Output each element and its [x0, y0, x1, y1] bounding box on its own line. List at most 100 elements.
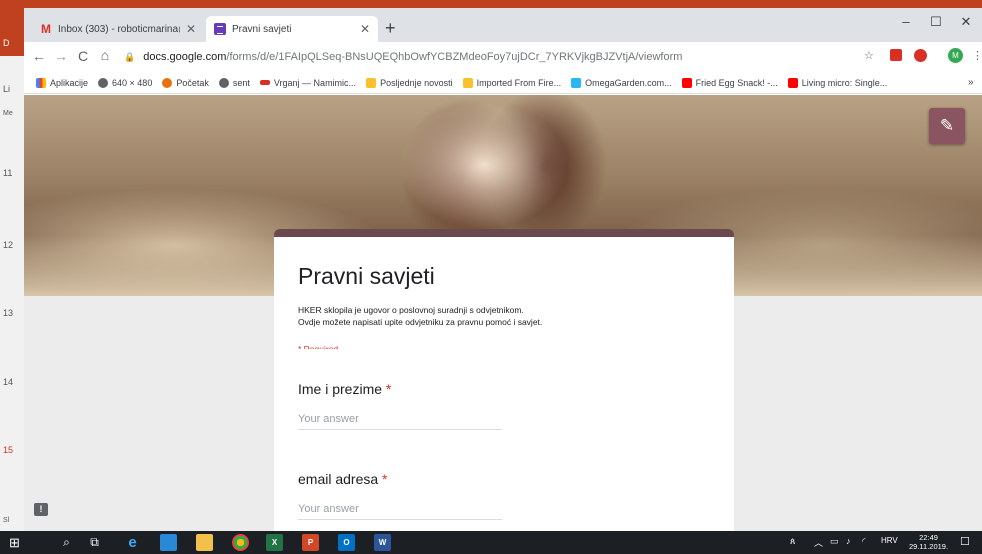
bookmark-label: sent: [232, 77, 250, 88]
globe-icon: [218, 77, 229, 88]
bookmark-item[interactable]: Vrganj — Namimic...: [259, 77, 357, 88]
question-email: email adresa * Your answer: [298, 471, 502, 520]
questions-card: Ime i prezime * Your answer email adresa…: [274, 349, 734, 531]
bookmark-label: Fried Egg Snack! -...: [695, 77, 778, 88]
form-description-line: HKER sklopila je ugovor o poslovnoj sura…: [298, 305, 524, 315]
close-icon[interactable]: ✕: [360, 22, 370, 36]
clock-date: 29.11.2019.: [909, 542, 949, 551]
youtube-icon: [787, 77, 798, 88]
notifications-icon[interactable]: ☐: [960, 535, 970, 548]
powerpoint-icon[interactable]: P: [302, 534, 319, 551]
pdf-extension-icon[interactable]: [890, 49, 902, 61]
search-icon[interactable]: ⌕: [58, 534, 75, 551]
browser-window: M Inbox (303) - roboticmarina@gm ✕ Pravn…: [24, 8, 982, 531]
bg-label: D: [3, 38, 10, 48]
url-host: docs.google.com: [143, 51, 227, 63]
volume-icon[interactable]: ♪: [846, 536, 851, 546]
bookmark-label: Imported From Fire...: [476, 77, 562, 88]
outlook-icon[interactable]: O: [338, 534, 355, 551]
form-title: Pravni savjeti: [298, 263, 435, 289]
question-label-text: Ime i prezime: [298, 381, 383, 397]
bg-label: Me: [3, 110, 13, 117]
chevron-up-icon[interactable]: ︿: [814, 536, 823, 549]
bg-label: 12: [3, 240, 14, 250]
tab-strip: M Inbox (303) - roboticmarina@gm ✕ Pravn…: [24, 8, 982, 42]
people-icon[interactable]: ጰ: [790, 536, 795, 547]
adblock-icon[interactable]: [914, 49, 927, 62]
question-name: Ime i prezime * Your answer: [298, 381, 502, 430]
bg-label: 13: [3, 308, 14, 318]
bookmark-apps[interactable]: Aplikacije: [36, 77, 89, 88]
bookmark-folder[interactable]: Imported From Fire...: [462, 77, 562, 88]
bg-label: 14: [3, 377, 14, 387]
maximize-button[interactable]: ☐: [922, 14, 950, 30]
menu-icon[interactable]: ⋮: [972, 49, 982, 62]
bookmark-label: Posljednje novosti: [380, 77, 453, 88]
windows-start-icon[interactable]: ⊞: [6, 534, 23, 551]
site-icon: [259, 80, 270, 85]
reload-button[interactable]: C: [72, 48, 94, 64]
folder-icon: [366, 77, 377, 88]
bg-label: 11: [3, 168, 13, 178]
question-label: Ime i prezime *: [298, 381, 502, 397]
battery-icon[interactable]: ▭: [830, 536, 839, 547]
bookmark-label: OmegaGarden.com...: [585, 77, 672, 88]
close-window-button[interactable]: ✕: [952, 14, 980, 30]
bookmarks-overflow-button[interactable]: »: [968, 77, 974, 88]
clock-time: 22:49: [919, 533, 938, 542]
profile-avatar[interactable]: M: [948, 48, 963, 63]
bookmarks-bar: Aplikacije 640 × 480 Početak sent Vrganj…: [24, 72, 982, 94]
bookmark-star-icon[interactable]: ☆: [864, 49, 874, 62]
background-window-strip: D Li Me 11 12 13 14 15 Sl: [0, 0, 24, 531]
store-icon[interactable]: [160, 534, 177, 551]
bookmark-item[interactable]: Početak: [162, 77, 209, 88]
edit-pencil-button[interactable]: ✎: [929, 108, 965, 144]
new-tab-button[interactable]: +: [385, 18, 396, 39]
clock[interactable]: 22:49 29.11.2019.: [909, 533, 948, 551]
tab-gmail[interactable]: M Inbox (303) - roboticmarina@gm ✕: [32, 16, 204, 42]
site-icon: [571, 77, 582, 88]
google-forms-icon: [214, 23, 226, 35]
close-icon[interactable]: ✕: [186, 22, 196, 36]
pencil-icon: ✎: [939, 116, 955, 135]
bookmark-item[interactable]: OmegaGarden.com...: [571, 77, 672, 88]
bookmark-item[interactable]: Fried Egg Snack! -...: [681, 77, 778, 88]
home-button[interactable]: ⌂: [94, 47, 116, 63]
bg-label: Sl: [3, 517, 10, 524]
required-mark: *: [382, 471, 388, 487]
bookmark-label: Početak: [176, 77, 209, 88]
email-input[interactable]: Your answer: [298, 503, 502, 520]
tab-title: Inbox (303) - roboticmarina@gm: [58, 23, 180, 35]
bookmark-item[interactable]: 640 × 480: [98, 77, 153, 88]
bookmark-label: Aplikacije: [50, 77, 89, 88]
minimize-button[interactable]: –: [892, 14, 920, 29]
bookmark-label: 640 × 480: [112, 77, 153, 88]
question-label-text: email adresa: [298, 471, 379, 487]
firefox-icon: [162, 77, 173, 88]
wifi-icon[interactable]: ◜: [862, 536, 866, 547]
file-explorer-icon[interactable]: [196, 534, 213, 551]
form-page: ✎ Pravni savjeti HKER sklopila je ugovor…: [24, 95, 982, 531]
excel-icon[interactable]: X: [266, 534, 283, 551]
lock-icon: 🔒: [124, 51, 136, 62]
bookmark-folder[interactable]: Posljednje novosti: [366, 77, 453, 88]
back-button[interactable]: ←: [28, 48, 50, 64]
edge-icon[interactable]: e: [124, 534, 141, 551]
bookmark-label: Vrganj — Namimic...: [273, 77, 357, 88]
bookmark-item[interactable]: Living micro: Single...: [787, 77, 888, 88]
question-label: email adresa *: [298, 471, 502, 487]
word-icon[interactable]: W: [374, 534, 391, 551]
language-indicator[interactable]: HRV: [881, 536, 898, 545]
apps-icon: [36, 77, 46, 88]
required-mark: *: [385, 381, 392, 397]
bookmark-item[interactable]: sent: [218, 77, 250, 88]
name-input[interactable]: Your answer: [298, 413, 502, 430]
chrome-icon[interactable]: [232, 534, 249, 551]
task-view-icon[interactable]: ⧉: [86, 534, 103, 551]
address-bar[interactable]: 🔒 docs.google.com/forms/d/e/1FAIpQLSeq-B…: [124, 46, 894, 68]
feedback-icon[interactable]: !: [34, 503, 48, 516]
forward-button[interactable]: →: [50, 48, 72, 64]
bookmark-label: Living micro: Single...: [801, 77, 888, 88]
tab-pravni-savjeti[interactable]: Pravni savjeti ✕: [206, 16, 378, 42]
form-description-line: Ovdje možete napisati upite odvjetniku z…: [298, 317, 543, 327]
